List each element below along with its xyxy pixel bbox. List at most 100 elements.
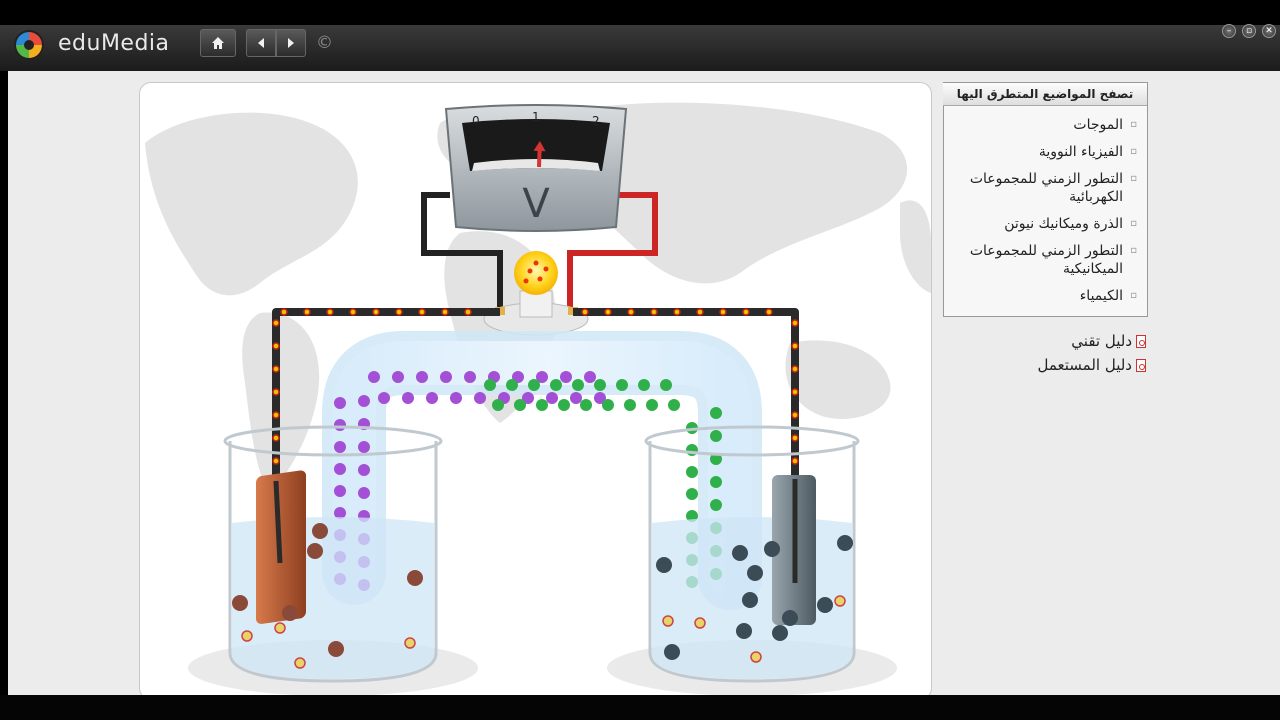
anion bbox=[358, 395, 370, 407]
arrow-right-icon bbox=[288, 38, 294, 48]
electron bbox=[791, 342, 799, 350]
cation bbox=[602, 399, 614, 411]
zinc-ion bbox=[772, 625, 788, 641]
electron bbox=[791, 319, 799, 327]
zinc-ion bbox=[732, 545, 748, 561]
electron bbox=[441, 308, 449, 316]
electron bbox=[272, 457, 280, 465]
content-area: 0 1 2 V تصفح المواضيع المتطرق اليها ▫ ال… bbox=[8, 71, 1280, 700]
copyright-mark[interactable]: © bbox=[316, 33, 333, 53]
topic-item-chemistry[interactable]: الكيمياء bbox=[950, 287, 1137, 305]
electron bbox=[604, 308, 612, 316]
zinc-ion bbox=[837, 535, 853, 551]
technical-guide-link[interactable]: دليل تقني bbox=[1071, 332, 1146, 350]
copper-ion bbox=[312, 523, 328, 539]
sulfate-ion bbox=[694, 617, 706, 629]
anion bbox=[358, 441, 370, 453]
zinc-ion bbox=[747, 565, 763, 581]
app-toolbar: eduMedia © – ▫ ✕ bbox=[0, 24, 1280, 71]
electron bbox=[791, 434, 799, 442]
topic-item-waves[interactable]: الموجات bbox=[950, 116, 1137, 134]
cation bbox=[710, 499, 722, 511]
zinc-ion bbox=[742, 592, 758, 608]
zinc-ion bbox=[656, 557, 672, 573]
cation bbox=[710, 430, 722, 442]
electron bbox=[280, 308, 288, 316]
sulfate-ion bbox=[662, 615, 674, 627]
electron bbox=[326, 308, 334, 316]
topic-item-atom-newton[interactable]: الذرة وميكانيك نيوتن bbox=[950, 215, 1137, 233]
cation bbox=[514, 399, 526, 411]
minimize-button[interactable]: – bbox=[1222, 24, 1236, 38]
cation bbox=[686, 488, 698, 500]
bulb-glass bbox=[514, 251, 558, 295]
cation bbox=[528, 379, 540, 391]
cation bbox=[594, 379, 606, 391]
electron bbox=[418, 308, 426, 316]
simulation-canvas[interactable]: 0 1 2 V bbox=[140, 83, 931, 699]
anion bbox=[334, 397, 346, 409]
back-button[interactable] bbox=[246, 29, 276, 57]
topic-item-nuclear-physics[interactable]: الفيزياء النووية bbox=[950, 143, 1137, 161]
electron bbox=[272, 319, 280, 327]
zinc-ion bbox=[782, 610, 798, 626]
cation bbox=[572, 379, 584, 391]
anion bbox=[334, 485, 346, 497]
anion bbox=[334, 441, 346, 453]
topic-item-electrical-systems[interactable]: التطور الزمني للمجموعات الكهربائية bbox=[950, 170, 1137, 206]
sulfate-ion bbox=[274, 622, 286, 634]
zinc-ion bbox=[764, 541, 780, 557]
topic-item-mechanical-systems[interactable]: التطور الزمني للمجموعات الميكانيكية bbox=[950, 242, 1137, 278]
restore-button[interactable]: ▫ bbox=[1242, 24, 1256, 38]
forward-button[interactable] bbox=[276, 29, 306, 57]
electron bbox=[272, 411, 280, 419]
anion bbox=[392, 371, 404, 383]
electron bbox=[650, 308, 658, 316]
electron bbox=[719, 308, 727, 316]
voltmeter-unit-label: V bbox=[522, 181, 550, 227]
cation bbox=[580, 399, 592, 411]
electron bbox=[272, 342, 280, 350]
anion bbox=[334, 463, 346, 475]
anion bbox=[402, 392, 414, 404]
technical-guide-label: دليل تقني bbox=[1071, 332, 1132, 350]
zinc-ion bbox=[664, 644, 680, 660]
electron bbox=[765, 308, 773, 316]
cation bbox=[550, 379, 562, 391]
cation bbox=[660, 379, 672, 391]
home-icon bbox=[212, 37, 224, 49]
galvanic-cell-simulation[interactable]: 0 1 2 V bbox=[139, 82, 932, 700]
zinc-ion bbox=[736, 623, 752, 639]
electron bbox=[372, 308, 380, 316]
sulfate-ion bbox=[241, 630, 253, 642]
electron bbox=[272, 388, 280, 396]
anion bbox=[474, 392, 486, 404]
topics-list: الموجات الفيزياء النووية التطور الزمني ل… bbox=[944, 106, 1147, 305]
home-button[interactable] bbox=[200, 29, 236, 57]
electron bbox=[696, 308, 704, 316]
electron bbox=[581, 308, 589, 316]
cation bbox=[536, 399, 548, 411]
anion bbox=[358, 487, 370, 499]
anion bbox=[584, 371, 596, 383]
cation bbox=[686, 466, 698, 478]
anion bbox=[334, 419, 346, 431]
electron bbox=[303, 308, 311, 316]
close-button[interactable]: ✕ bbox=[1262, 24, 1276, 38]
restore-icon: ▫ bbox=[1245, 26, 1253, 36]
copper-ion bbox=[282, 605, 298, 621]
anion bbox=[440, 371, 452, 383]
anion bbox=[450, 392, 462, 404]
user-guide-link[interactable]: دليل المستعمل bbox=[1038, 356, 1146, 374]
copper-ion bbox=[232, 595, 248, 611]
anion bbox=[426, 392, 438, 404]
zinc-ion bbox=[817, 597, 833, 613]
electron bbox=[464, 308, 472, 316]
minimize-icon: – bbox=[1226, 26, 1232, 36]
bottom-bar bbox=[0, 695, 1280, 720]
cation bbox=[616, 379, 628, 391]
electron bbox=[791, 365, 799, 373]
cation bbox=[624, 399, 636, 411]
voltmeter[interactable]: 0 1 2 V bbox=[444, 104, 628, 232]
edumedia-logo-icon bbox=[14, 30, 44, 60]
